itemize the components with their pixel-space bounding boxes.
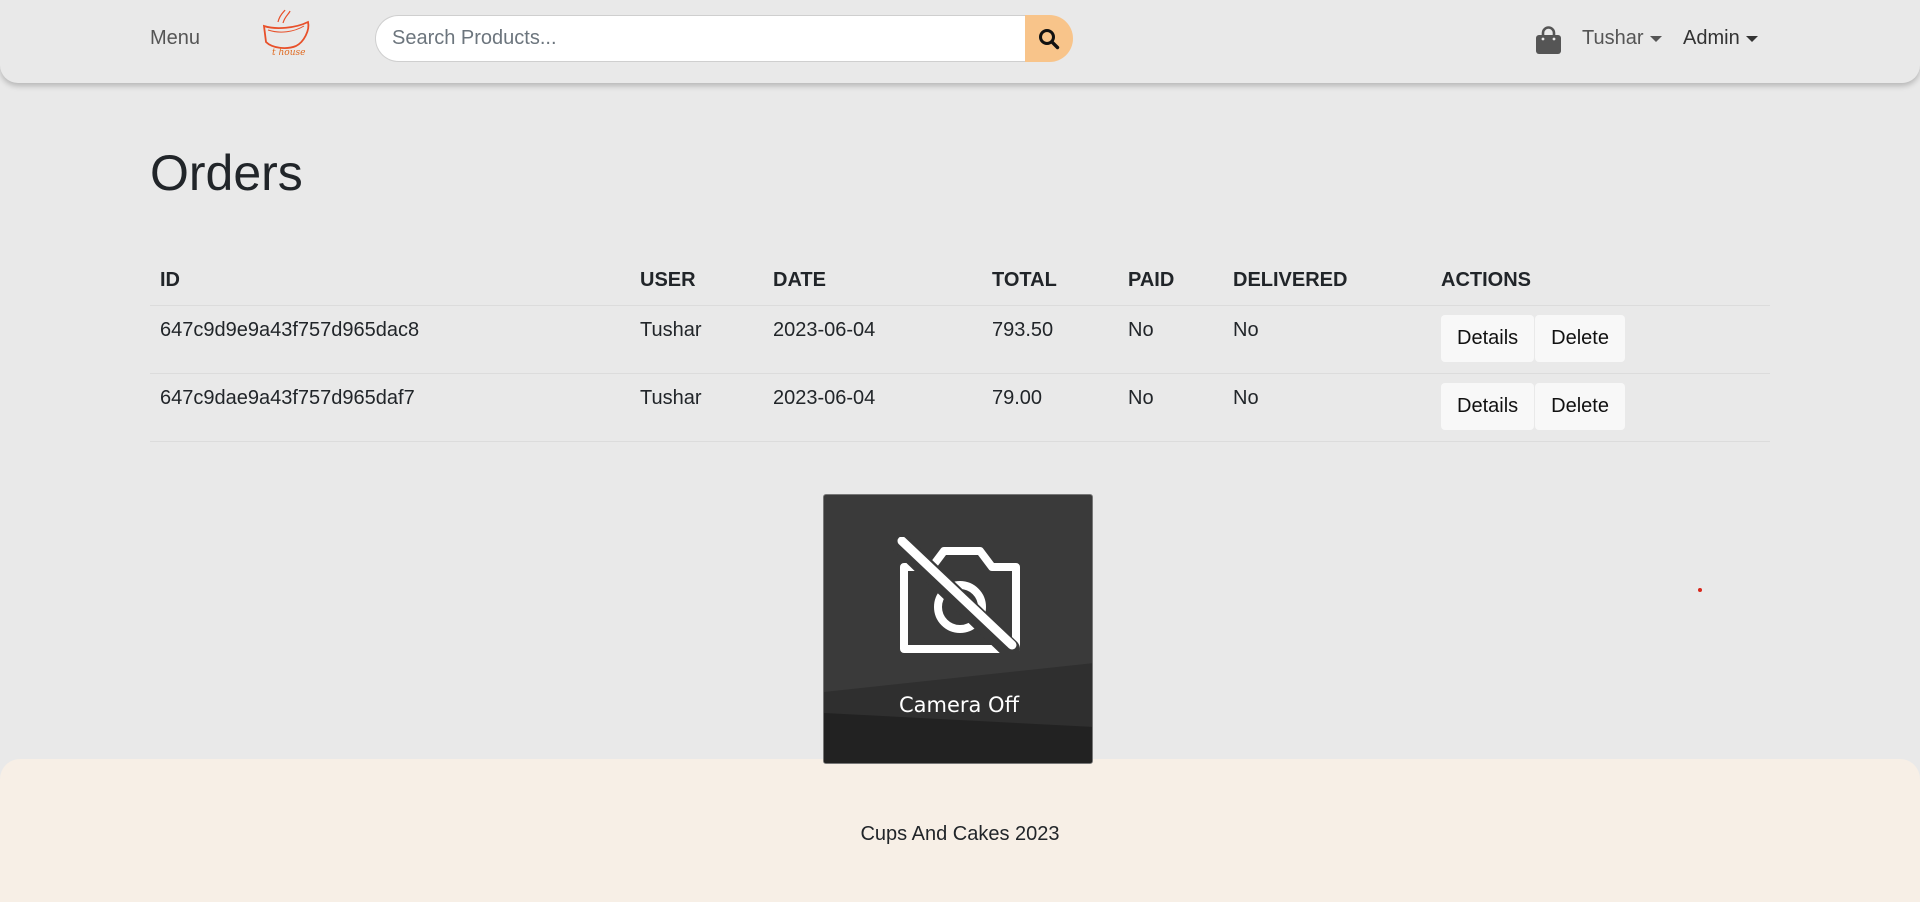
page-title: Orders (150, 145, 303, 201)
column-header-user: USER (630, 257, 763, 306)
camera-off-icon (892, 537, 1020, 653)
column-header-delivered: DELIVERED (1223, 257, 1431, 306)
order-user: Tushar (630, 305, 763, 374)
shopping-bag-icon[interactable] (1535, 26, 1562, 55)
menu-link[interactable]: Menu (150, 27, 200, 50)
admin-dropdown[interactable]: Admin (1683, 27, 1758, 50)
column-header-paid: PAID (1118, 257, 1223, 306)
camera-off-panel[interactable]: Camera Off (823, 494, 1093, 764)
column-header-total: TOTAL (982, 257, 1118, 306)
order-actions: Details Delete (1431, 373, 1770, 442)
camera-off-label: Camera Off (898, 693, 1020, 717)
search-bar (375, 15, 1073, 62)
search-input[interactable] (375, 15, 1025, 62)
order-id: 647c9d9e9a43f757d965dac8 (150, 305, 630, 374)
table-row: 647c9dae9a43f757d965daf7 Tushar 2023-06-… (150, 373, 1770, 442)
orders-table: ID USER DATE TOTAL PAID DELIVERED ACTION… (150, 257, 1770, 442)
order-date: 2023-06-04 (763, 373, 982, 442)
admin-dropdown-label: Admin (1683, 27, 1740, 49)
user-dropdown[interactable]: Tushar (1582, 27, 1662, 50)
order-date: 2023-06-04 (763, 305, 982, 374)
details-button[interactable]: Details (1441, 314, 1535, 362)
order-total: 793.50 (982, 305, 1118, 374)
order-delivered: No (1223, 305, 1431, 374)
red-dot-marker (1698, 588, 1702, 592)
user-dropdown-label: Tushar (1582, 27, 1644, 49)
navbar: Menu t house Tushar Admin (0, 0, 1920, 83)
order-delivered: No (1223, 373, 1431, 442)
table-row: 647c9d9e9a43f757d965dac8 Tushar 2023-06-… (150, 305, 1770, 374)
brand-logo[interactable]: t house (258, 8, 314, 62)
chevron-down-icon (1649, 35, 1662, 42)
chevron-down-icon (1745, 35, 1758, 42)
column-header-id: ID (150, 257, 630, 306)
column-header-date: DATE (763, 257, 982, 306)
column-header-actions: ACTIONS (1431, 257, 1770, 306)
order-paid: No (1118, 305, 1223, 374)
search-button[interactable] (1025, 15, 1073, 62)
order-id: 647c9dae9a43f757d965daf7 (150, 373, 630, 442)
order-paid: No (1118, 373, 1223, 442)
order-total: 79.00 (982, 373, 1118, 442)
delete-button[interactable]: Delete (1535, 382, 1625, 430)
search-icon (1039, 28, 1060, 49)
details-button[interactable]: Details (1441, 382, 1535, 430)
delete-button[interactable]: Delete (1535, 314, 1625, 362)
table-header-row: ID USER DATE TOTAL PAID DELIVERED ACTION… (150, 257, 1770, 306)
order-actions: Details Delete (1431, 305, 1770, 374)
footer-copyright: Cups And Cakes 2023 (860, 823, 1060, 845)
svg-text:t house: t house (272, 48, 305, 58)
order-user: Tushar (630, 373, 763, 442)
footer: Cups And Cakes 2023 (0, 759, 1920, 902)
